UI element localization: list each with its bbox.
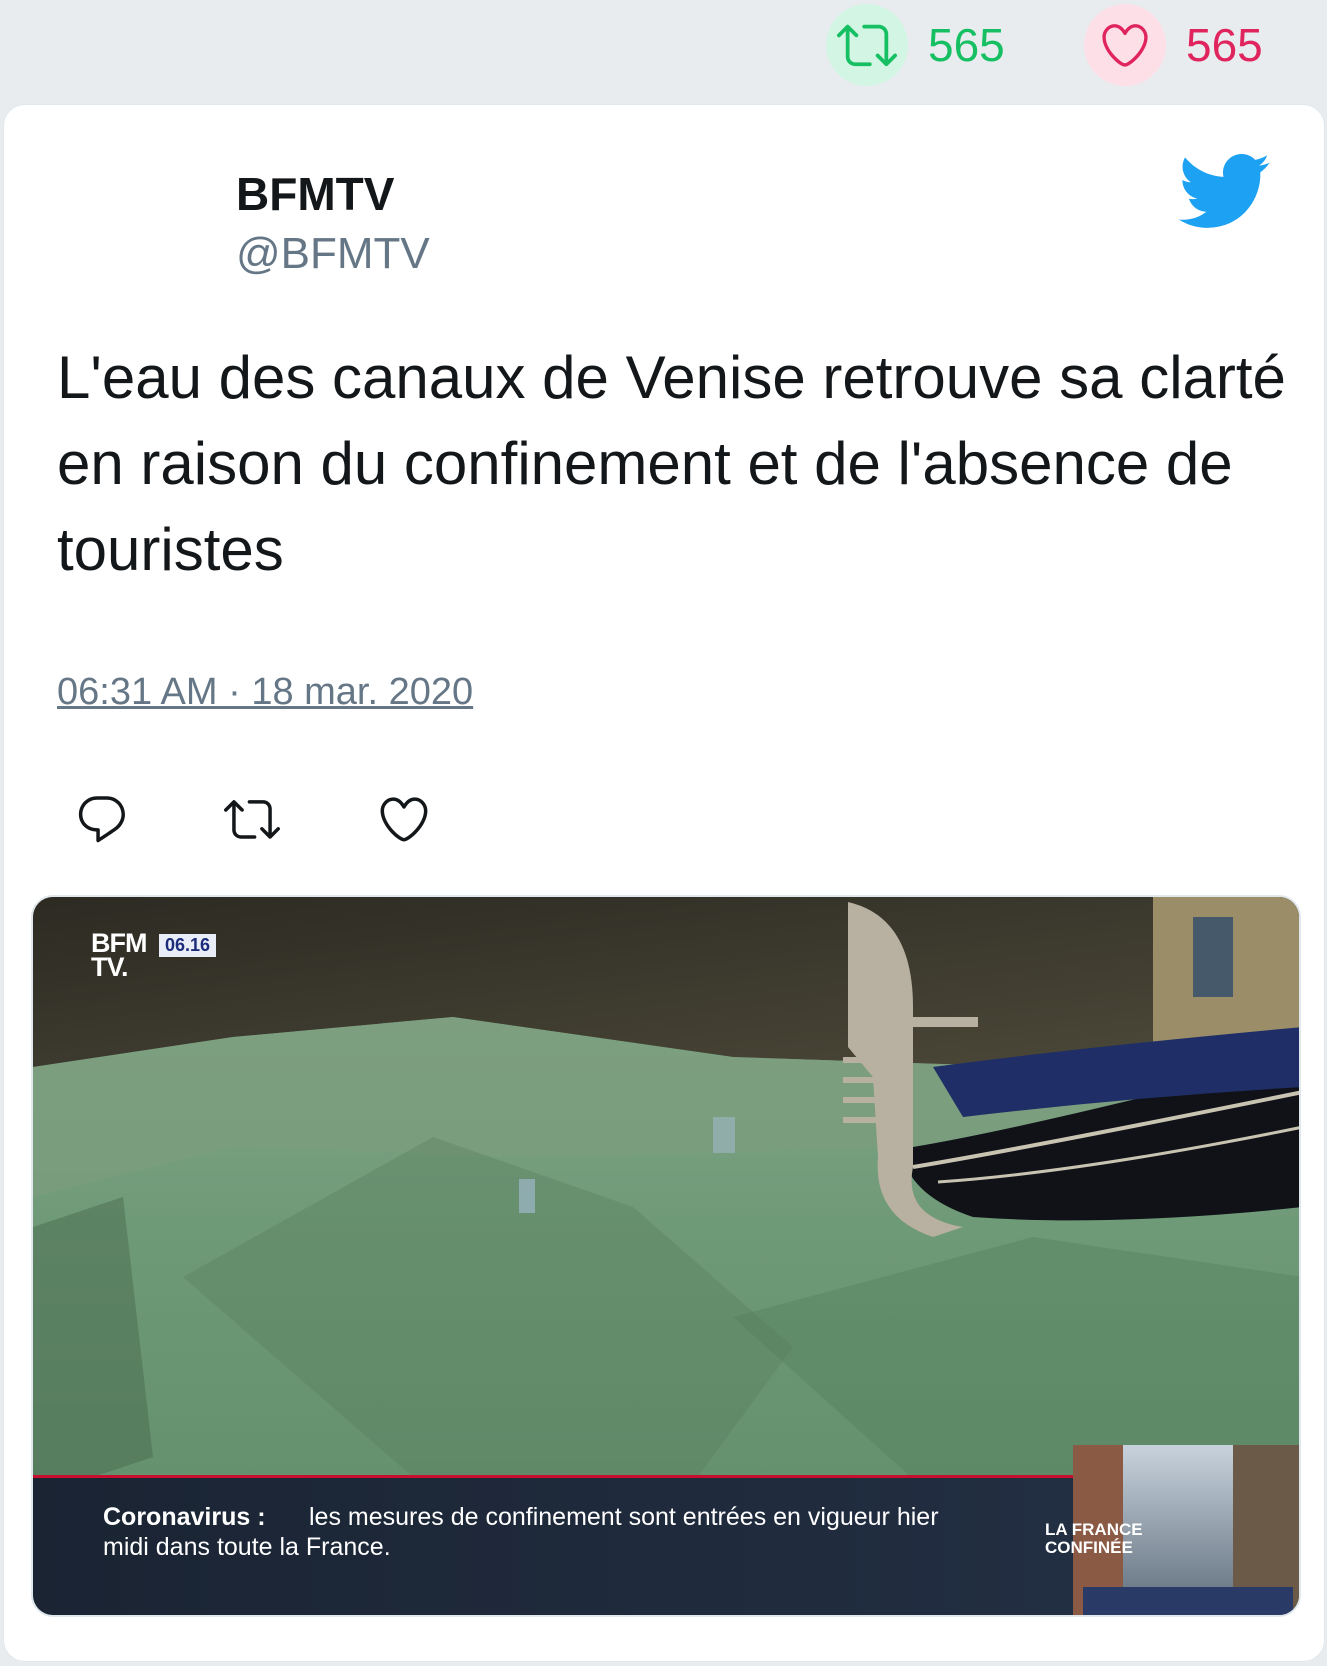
retweet-icon[interactable] xyxy=(224,791,280,847)
like-count: 565 xyxy=(1186,19,1263,71)
author-name[interactable]: BFMTV xyxy=(236,167,394,221)
retweet-count: 565 xyxy=(928,19,1005,71)
like-count-stat[interactable]: 565 xyxy=(1084,4,1263,86)
reply-icon[interactable] xyxy=(74,791,130,847)
tweet-timestamp-link[interactable]: 06:31 AM · 18 mar. 2020 xyxy=(57,671,473,714)
inset-label: LA FRANCE CONFINÉE xyxy=(1045,1520,1143,1557)
tweet-text: L'eau des canaux de Venise retrouve sa c… xyxy=(57,344,1286,583)
retweet-icon xyxy=(826,4,908,86)
tweet-card: BFMTV @BFMTV L'eau des canaux de Venise … xyxy=(3,104,1325,1662)
bfmtv-logo: BFM TV. xyxy=(91,928,147,982)
ticker-line-2: midi dans toute la France. xyxy=(103,1533,391,1561)
ticker-headline: Coronavirus : xyxy=(103,1503,266,1531)
author-handle[interactable]: @BFMTV xyxy=(236,229,430,279)
heart-icon[interactable] xyxy=(376,791,432,847)
broadcast-time: 06.16 xyxy=(159,934,217,957)
twitter-bird-icon[interactable] xyxy=(1174,151,1272,231)
ticker-line-1: les mesures de confinement sont entrées … xyxy=(309,1503,939,1531)
tweet-media-video[interactable]: BFM TV. 06.16 Coronavirus : les mesures … xyxy=(31,895,1301,1617)
heart-icon xyxy=(1084,4,1166,86)
tweet-stats-bar: 565 565 xyxy=(0,0,1327,100)
retweet-count-stat[interactable]: 565 xyxy=(826,4,1005,86)
